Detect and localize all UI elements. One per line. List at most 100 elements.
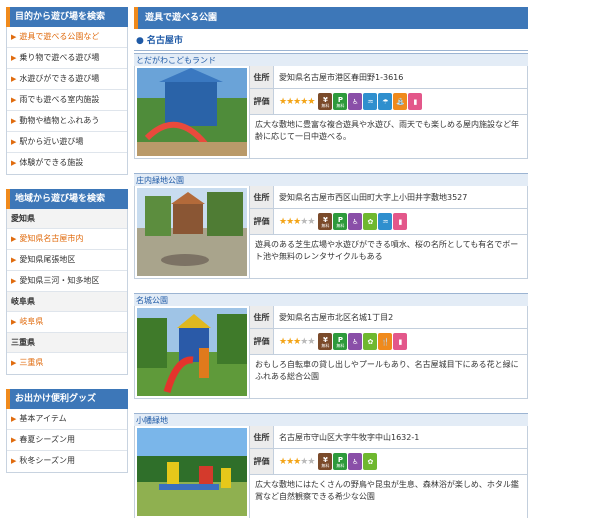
sidebar-item[interactable]: ▶ 動物や植物とふれあう — [7, 111, 127, 132]
park-name[interactable]: とだがわこどもランド — [134, 53, 528, 66]
park-body: 住所 愛知県名古屋市西区山田町大字上小田井字敷地3527 評価 ★★★★★ ¥ 無料 P 無料… — [134, 186, 528, 279]
sidebar-item[interactable]: ▶ 遊具で遊べる公園など — [7, 27, 127, 48]
city-name: 名古屋市 — [146, 36, 183, 46]
sidebar-item-label: 基本アイテム — [19, 414, 67, 423]
sidebar-item-label: 岐阜県 — [19, 317, 44, 326]
sidebar-list: 愛知県 ▶ 愛知県名古屋市内 ▶ 愛知県尾張地区 ▶ 愛知県三河・知多地区 岐阜県 ▶ 岐阜県 三重… — [6, 209, 128, 375]
facility-glyph: ♿ — [352, 337, 359, 346]
sidebar-item[interactable]: ▶ 乗り物で遊べる遊び場 — [7, 48, 127, 69]
page-title: 遊具で遊べる公園 — [134, 7, 528, 29]
arrow-right-icon: ▶ — [11, 117, 17, 125]
sidebar-item-label: 秋冬シーズン用 — [19, 456, 75, 465]
facility-icon: ¥ 無料 — [318, 333, 333, 350]
rating-value: ★★★★★ ¥ 無料 P 無料 ♿ ✿ — [274, 449, 378, 474]
sidebar-item-label: 三重県 — [19, 358, 44, 367]
star-rating: ★★★★★ — [279, 336, 315, 347]
park-name[interactable]: 名城公園 — [134, 293, 528, 306]
park-list: とだがわこどもランド 住所 愛知県名古屋市港区春田野1-3616 評価 ★★★★★ ¥ 無料… — [134, 53, 528, 518]
arrow-right-icon: ▶ — [11, 256, 17, 264]
sidebar-item[interactable]: ▶ 水遊びができる遊び場 — [7, 69, 127, 90]
sidebar-item[interactable]: ▶ 秋冬シーズン用 — [7, 451, 127, 472]
facility-icon: ✿ — [363, 213, 378, 230]
park-name[interactable]: 小幡緑地 — [134, 413, 528, 426]
rating-row: 評価 ★★★★★ ¥ 無料 P 無料 ♿ ♒ ☂ ⛲ ▮ — [250, 89, 527, 115]
park-description: 広大な敷地にはたくさんの野鳥や昆虫が生息、森林浴が楽しめ、ホタル鑑賞など自然観察… — [255, 480, 519, 501]
sidebar-item-label: 体験ができる施設 — [19, 158, 84, 167]
facility-sub: 無料 — [321, 342, 330, 348]
sidebar-list: ▶ 基本アイテム ▶ 春夏シーズン用 ▶ 秋冬シーズン用 — [6, 409, 128, 473]
facility-glyph: ▮ — [413, 97, 418, 106]
arrow-right-icon: ▶ — [11, 138, 17, 146]
arrow-right-icon: ▶ — [11, 359, 17, 367]
park-photo[interactable] — [137, 308, 247, 396]
facility-sub: 無料 — [336, 342, 345, 348]
star-rating: ★★★★★ — [279, 96, 315, 107]
park-name[interactable]: 庄内緑地公園 — [134, 173, 528, 186]
sidebar-item-label: 駅から近い遊び場 — [19, 137, 84, 146]
facility-glyph: ♒ — [367, 97, 374, 106]
park-card: とだがわこどもランド 住所 愛知県名古屋市港区春田野1-3616 評価 ★★★★★ ¥ 無料… — [134, 53, 528, 159]
facility-icon: ▮ — [408, 93, 423, 110]
facility-glyph: ▮ — [398, 337, 403, 346]
sidebar: 目的から遊び場を検索 ▶ 遊具で遊べる公園など ▶ 乗り物で遊べる遊び場 ▶ 水遊びができる… — [6, 7, 128, 473]
sidebar-item[interactable]: ▶ 春夏シーズン用 — [7, 430, 127, 451]
rating-row: 評価 ★★★★★ ¥ 無料 P 無料 ♿ ✿ ♒ ▮ — [250, 209, 527, 235]
park-description: 広大な敷地に豊富な複合遊具や水遊び、雨天でも楽しめる屋内施設など年齢に応じて一日… — [255, 120, 519, 141]
sidebar-item[interactable]: ▶ 愛知県名古屋市内 — [7, 229, 127, 250]
park-address: 愛知県名古屋市西区山田町大字上小田井字敷地3527 — [279, 192, 468, 202]
park-photo[interactable] — [137, 68, 247, 156]
park-info: 住所 名古屋市守山区大字牛牧字中山1632-1 評価 ★★★★★ ¥ 無料 P 無料 ♿ ✿ 広大な… — [249, 426, 527, 518]
facility-icon: P 無料 — [333, 93, 348, 110]
star-empty-icon: ★ — [307, 336, 315, 347]
facility-icon: ¥ 無料 — [318, 93, 333, 110]
sidebar-item[interactable]: ▶ 愛知県三河・知多地区 — [7, 271, 127, 292]
facility-glyph: 🍴 — [381, 337, 390, 346]
sidebar-item[interactable]: ▶ 愛知県尾張地区 — [7, 250, 127, 271]
park-info: 住所 愛知県名古屋市西区山田町大字上小田井字敷地3527 評価 ★★★★★ ¥ 無料 P 無料… — [249, 186, 527, 278]
park-card: 庄内緑地公園 住所 愛知県名古屋市西区山田町大字上小田井字敷地3527 評価 ★★★★★… — [134, 173, 528, 279]
park-body: 住所 愛知県名古屋市港区春田野1-3616 評価 ★★★★★ ¥ 無料 P 無料 ♿ ♒ ☂ ⛲ ▮ 広大… — [134, 66, 528, 159]
rating-row: 評価 ★★★★★ ¥ 無料 P 無料 ♿ ✿ — [250, 449, 527, 475]
sidebar-item[interactable]: ▶ 雨でも遊べる室内施設 — [7, 90, 127, 111]
facility-icon: P 無料 — [333, 213, 348, 230]
star-filled-icon: ★ — [307, 96, 315, 107]
facility-icons: ¥ 無料 P 無料 ♿ ✿ — [318, 453, 378, 470]
sidebar-prefecture: 岐阜県 — [7, 292, 127, 312]
park-address: 愛知県名古屋市港区春田野1-3616 — [279, 72, 404, 82]
park-card: 小幡緑地 住所 名古屋市守山区大字牛牧字中山1632-1 評価 ★★★★★ ¥ 無料 P 無料 ♿… — [134, 413, 528, 518]
park-photo[interactable] — [137, 428, 247, 516]
facility-icon: ✿ — [363, 333, 378, 350]
address-label: 住所 — [250, 426, 274, 448]
park-description: 遊具のある芝生広場や水遊びができる噴水、桜の名所としても有名でボート池や無料のレ… — [255, 240, 519, 261]
park-info: 住所 愛知県名古屋市港区春田野1-3616 評価 ★★★★★ ¥ 無料 P 無料 ♿ ♒ ☂ ⛲ ▮ 広大… — [249, 66, 527, 158]
sidebar-item-label: 遊具で遊べる公園など — [19, 32, 100, 41]
address-row: 住所 愛知県名古屋市西区山田町大字上小田井字敷地3527 — [250, 186, 527, 209]
sidebar-prefecture: 愛知県 — [7, 209, 127, 229]
sidebar-item[interactable]: ▶ 基本アイテム — [7, 409, 127, 430]
sidebar-item[interactable]: ▶ 駅から近い遊び場 — [7, 132, 127, 153]
facility-icon: ▮ — [393, 213, 408, 230]
sidebar-item[interactable]: ▶ 岐阜県 — [7, 312, 127, 333]
facility-glyph: ☂ — [382, 97, 389, 106]
facility-glyph: ♿ — [352, 457, 359, 466]
facility-icon: 🍴 — [378, 333, 393, 350]
rating-row: 評価 ★★★★★ ¥ 無料 P 無料 ♿ ✿ 🍴 ▮ — [250, 329, 527, 355]
arrow-right-icon: ▶ — [11, 96, 17, 104]
park-gap — [134, 399, 528, 413]
facility-glyph: ✿ — [367, 217, 374, 226]
arrow-right-icon: ▶ — [11, 54, 17, 62]
facility-sub: 無料 — [321, 462, 330, 468]
facility-icon: P 無料 — [333, 333, 348, 350]
park-gap — [134, 279, 528, 293]
facility-icon: ♿ — [348, 333, 363, 350]
facility-glyph: ✿ — [367, 337, 374, 346]
rating-label: 評価 — [250, 449, 274, 474]
sidebar-list: ▶ 遊具で遊べる公園など ▶ 乗り物で遊べる遊び場 ▶ 水遊びができる遊び場 ▶ 雨でも遊べる… — [6, 27, 128, 175]
park-photo[interactable] — [137, 188, 247, 276]
sidebar-item[interactable]: ▶ 体験ができる施設 — [7, 153, 127, 174]
arrow-right-icon: ▶ — [11, 33, 17, 41]
facility-glyph: ▮ — [398, 217, 403, 226]
rating-label: 評価 — [250, 329, 274, 354]
sidebar-item[interactable]: ▶ 三重県 — [7, 353, 127, 374]
bullet-icon: ● — [136, 36, 144, 46]
